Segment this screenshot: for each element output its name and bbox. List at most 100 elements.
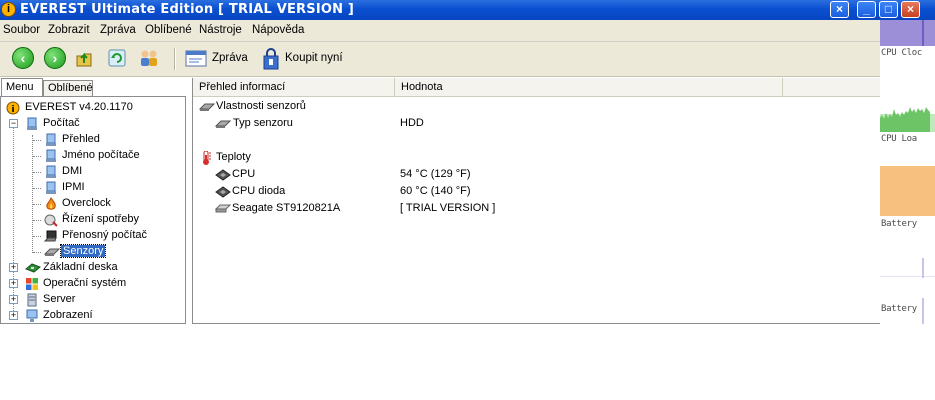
- tree-item-rizeni[interactable]: Řízení spotřeby: [1, 212, 185, 228]
- minimize-button[interactable]: _: [857, 1, 876, 18]
- up-folder-icon[interactable]: [74, 48, 94, 68]
- menu-soubor[interactable]: Soubor: [3, 24, 40, 36]
- tree-label: IPMI: [62, 181, 85, 193]
- close-main-button[interactable]: ×: [830, 1, 849, 18]
- buy-now-button[interactable]: Koupit nyní: [285, 52, 343, 64]
- sensor-icon: [198, 100, 216, 112]
- cpu-icon: [215, 168, 231, 181]
- column-field-header[interactable]: Přehled informací: [193, 78, 395, 96]
- computer-icon: [44, 165, 58, 178]
- battery-label: Battery: [881, 304, 917, 314]
- title-bar[interactable]: i EVEREST Ultimate Edition [ TRIAL VERSI…: [0, 0, 935, 20]
- section-row[interactable]: Teploty: [193, 149, 881, 166]
- cpu-icon: [215, 185, 231, 198]
- tree-line: [33, 172, 41, 173]
- cpu-clock-label: CPU Cloc: [881, 48, 922, 58]
- tree-line: [33, 236, 41, 237]
- report-icon[interactable]: [185, 48, 207, 68]
- sensor-icon: [43, 245, 61, 258]
- computer-icon: [44, 133, 58, 146]
- menu-zprava[interactable]: Zpráva: [100, 24, 136, 36]
- collapse-icon[interactable]: −: [9, 119, 18, 128]
- users-icon[interactable]: [138, 48, 158, 68]
- cpu-load-graph: [880, 104, 935, 132]
- tree-label: DMI: [62, 165, 83, 177]
- tree-item-computer[interactable]: − Počítač: [1, 116, 185, 132]
- expand-icon[interactable]: +: [9, 295, 18, 304]
- computer-icon: [44, 149, 58, 162]
- tree-item-ipmi[interactable]: IPMI: [1, 180, 185, 196]
- tree-label: Přenosný počítač: [62, 229, 147, 241]
- tree-label: Přehled: [62, 133, 100, 145]
- tree-item-zobrazeni[interactable]: + Zobrazení: [1, 308, 185, 323]
- server-icon: [25, 293, 39, 307]
- expand-icon[interactable]: +: [9, 311, 18, 320]
- section-row[interactable]: Vlastnosti senzorů: [193, 98, 881, 115]
- tree-label: Základní deska: [43, 261, 118, 273]
- tree-item-jmeno[interactable]: Jméno počítače: [1, 148, 185, 164]
- field-label: CPU dioda: [232, 185, 286, 197]
- tree-label: Overclock: [62, 197, 111, 209]
- buy-icon[interactable]: [262, 48, 282, 70]
- tree-item-senzory[interactable]: Senzory: [1, 244, 185, 260]
- tree-line: [33, 252, 41, 253]
- tree-label: Zobrazení: [43, 309, 93, 321]
- tree-line: [33, 140, 41, 141]
- app-info-icon[interactable]: i: [1, 2, 16, 17]
- tree-label-computer: Počítač: [43, 117, 80, 129]
- data-row[interactable]: CPU 54 °C (129 °F): [193, 166, 881, 183]
- menu-napoveda[interactable]: Nápověda: [252, 24, 304, 36]
- tree-item-operacni-system[interactable]: + Operační systém: [1, 276, 185, 292]
- menu-nastroje[interactable]: Nástroje: [199, 24, 242, 36]
- menu-oblibene[interactable]: Oblíbené: [145, 24, 192, 36]
- sidebar-gadgets: CPU Cloc CPU Loa Battery Battery: [880, 20, 935, 324]
- toolbar-separator: [174, 48, 176, 70]
- tree-line: [33, 188, 41, 189]
- battery-label: Battery: [881, 219, 917, 229]
- navigation-tree[interactable]: i EVEREST v4.20.1170 − Počítač Přehled J…: [0, 96, 186, 324]
- field-label: CPU: [232, 168, 256, 180]
- back-icon[interactable]: ‹: [12, 47, 34, 69]
- thermometer-icon: [200, 150, 212, 165]
- cpu-clock-graph: [880, 20, 935, 46]
- column-value-header[interactable]: Hodnota: [395, 78, 783, 96]
- close-button[interactable]: ×: [901, 1, 920, 18]
- section-title: Vlastnosti senzorů: [216, 100, 306, 112]
- tree-label: Řízení spotřeby: [62, 213, 140, 225]
- refresh-icon[interactable]: [107, 48, 127, 68]
- maximize-button[interactable]: □: [879, 1, 898, 18]
- menu-bar: Soubor Zobrazit Zpráva Oblíbené Nástroje…: [0, 20, 935, 42]
- tree-label-selected: Senzory: [59, 244, 107, 258]
- report-button[interactable]: Zpráva: [212, 52, 248, 64]
- tree-item-prehled[interactable]: Přehled: [1, 132, 185, 148]
- svg-text:i: i: [11, 105, 14, 115]
- window-title: EVEREST Ultimate Edition [ TRIAL VERSION…: [20, 2, 355, 17]
- tab-favorites[interactable]: Oblíbené: [43, 80, 93, 96]
- data-row[interactable]: Seagate ST9120821A [ TRIAL VERSION ]: [193, 200, 881, 217]
- laptop-icon: [43, 229, 58, 242]
- tree-line: [33, 204, 41, 205]
- forward-icon[interactable]: ›: [44, 47, 66, 69]
- tab-menu[interactable]: Menu: [1, 78, 43, 97]
- field-label: Typ senzoru: [233, 117, 293, 129]
- tree-label: Server: [43, 293, 76, 305]
- field-label: Seagate ST9120821A: [232, 202, 341, 214]
- info-panel: Přehled informací Hodnota Vlastnosti sen…: [192, 78, 881, 324]
- tree-item-dmi[interactable]: DMI: [1, 164, 185, 180]
- data-row[interactable]: CPU dioda 60 °C (140 °F): [193, 183, 881, 200]
- expand-icon[interactable]: +: [9, 263, 18, 272]
- hard-disk-icon: [214, 202, 232, 214]
- tree-label-root: EVEREST v4.20.1170: [25, 101, 133, 113]
- tree-item-overclock[interactable]: Overclock: [1, 196, 185, 212]
- tree-item-zakladni-deska[interactable]: + Základní deska: [1, 260, 185, 276]
- expand-icon[interactable]: +: [9, 279, 18, 288]
- computer-icon: [25, 117, 39, 130]
- menu-zobrazit[interactable]: Zobrazit: [48, 24, 90, 36]
- flame-icon: [44, 196, 58, 210]
- tree-item-prenosny[interactable]: Přenosný počítač: [1, 228, 185, 244]
- tree-item-root[interactable]: i EVEREST v4.20.1170: [1, 100, 185, 116]
- data-row[interactable]: Typ senzoru HDD: [193, 115, 881, 132]
- tree-line: [33, 156, 41, 157]
- computer-icon: [44, 181, 58, 194]
- tree-item-server[interactable]: + Server: [1, 292, 185, 308]
